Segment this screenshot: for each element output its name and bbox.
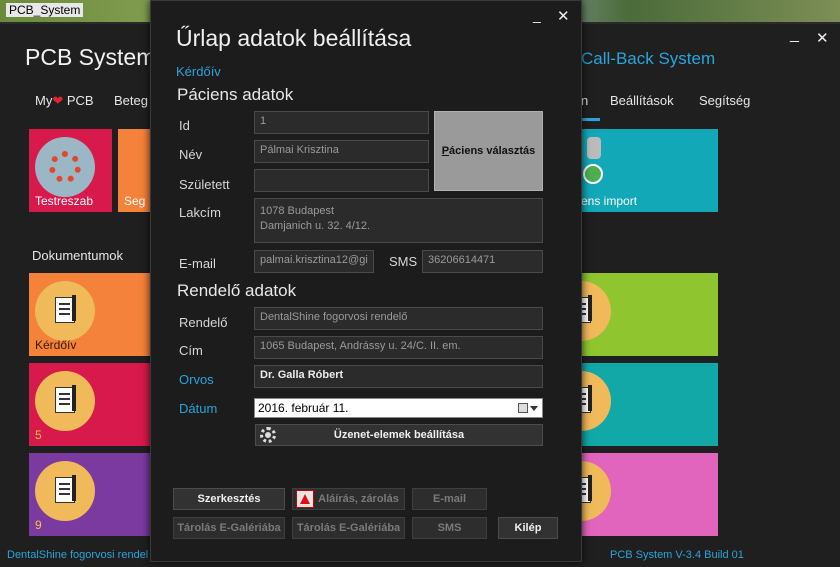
window-title: PCB_System bbox=[6, 3, 84, 17]
tile-label: ens import bbox=[581, 194, 638, 208]
pdf-icon bbox=[296, 490, 314, 508]
tile-segitseg[interactable]: Seg bbox=[118, 129, 152, 212]
nav-active-indicator bbox=[580, 118, 600, 121]
clinic-label: Rendelő bbox=[179, 315, 228, 330]
app-close-button[interactable]: ✕ bbox=[816, 29, 829, 47]
nav-segitseg[interactable]: Segítség bbox=[699, 93, 750, 108]
birth-label: Született bbox=[179, 177, 230, 192]
form-settings-dialog: _ ✕ Űrlap adatok beállítása Kérdőív Páci… bbox=[150, 0, 582, 562]
document-icon bbox=[35, 461, 95, 521]
clinic-field[interactable]: DentalShine fogorvosi rendelő bbox=[254, 307, 543, 330]
nav-my-suffix: PCB bbox=[66, 93, 94, 108]
app-root: PCB_System PCB System Call-Back System _… bbox=[0, 0, 840, 567]
provider-section-title: Rendelő adatok bbox=[177, 281, 297, 300]
sign-lock-label: Aláírás, zárolás bbox=[318, 493, 399, 505]
sms-field[interactable]: 36206614471 bbox=[422, 250, 543, 273]
tile-label: Seg bbox=[124, 194, 146, 208]
message-settings-button[interactable]: Üzenet-elemek beállítása bbox=[255, 424, 543, 446]
database-icon bbox=[587, 137, 601, 159]
tile-label: 9 bbox=[35, 518, 42, 532]
clinic-address-label: Cím bbox=[179, 343, 203, 358]
store-gallery-button-2[interactable]: Tárolás E-Galériába bbox=[292, 517, 405, 539]
footer-clinic: DentalShine fogorvosi rendel bbox=[7, 549, 149, 561]
dialog-close-button[interactable]: ✕ bbox=[557, 7, 570, 25]
tile-doc-5[interactable]: 5 bbox=[29, 363, 152, 446]
app-subtitle: Call-Back System bbox=[581, 49, 716, 68]
tile-label: Testreszab bbox=[35, 194, 94, 208]
nav-betegek[interactable]: Beteg bbox=[114, 93, 148, 108]
calendar-icon bbox=[518, 403, 528, 413]
document-icon bbox=[35, 371, 95, 431]
store-gallery-button-1[interactable]: Tárolás E-Galériába bbox=[173, 517, 285, 539]
address-field[interactable]: 1078 Budapest Damjanich u. 32. 4/12. bbox=[254, 198, 543, 243]
tile-doc-right-3[interactable] bbox=[551, 453, 718, 536]
nav-my-pcb[interactable]: My❤ PCB bbox=[35, 93, 94, 109]
select-patient-hotkey: P bbox=[441, 145, 450, 157]
exit-button[interactable]: Kilép bbox=[498, 517, 558, 539]
doctor-label: Orvos bbox=[179, 372, 214, 387]
document-icon bbox=[35, 281, 95, 341]
sign-lock-button[interactable]: Aláírás, zárolás bbox=[292, 488, 405, 510]
doctor-field[interactable]: Dr. Galla Róbert bbox=[254, 365, 543, 388]
email-label: E-mail bbox=[179, 256, 216, 271]
message-settings-label: Üzenet-elemek beállítása bbox=[333, 429, 465, 441]
footer-version: PCB System V-3.4 Build 01 bbox=[610, 549, 744, 561]
chevron-down-icon bbox=[530, 406, 538, 411]
tile-label: 5 bbox=[35, 428, 42, 442]
id-label: Id bbox=[179, 118, 190, 133]
dialog-title: Űrlap adatok beállítása bbox=[176, 25, 412, 51]
email-field[interactable]: palmai.krisztina12@gi bbox=[254, 250, 374, 273]
tile-doc-right-2[interactable] bbox=[551, 363, 718, 446]
nav-import[interactable]: n bbox=[581, 93, 588, 108]
edit-button[interactable]: Szerkesztés bbox=[173, 488, 285, 510]
gear-tile-icon bbox=[35, 137, 95, 197]
birth-field[interactable] bbox=[254, 169, 429, 192]
import-icon bbox=[583, 164, 603, 184]
gear-icon bbox=[260, 427, 276, 443]
sms-button[interactable]: SMS bbox=[412, 517, 487, 539]
app-minimize-button[interactable]: _ bbox=[790, 26, 799, 44]
tile-import[interactable]: ens import bbox=[581, 129, 718, 212]
tile-label: Kérdőív bbox=[35, 338, 77, 352]
nav-beallitasok[interactable]: Beállítások bbox=[610, 93, 674, 108]
address-label: Lakcím bbox=[179, 205, 221, 220]
tile-doc-kerdoiv[interactable]: Kérdőív bbox=[29, 273, 152, 356]
id-field[interactable]: 1 bbox=[254, 111, 429, 134]
tile-testreszab[interactable]: Testreszab bbox=[29, 129, 112, 212]
select-patient-label: áciens választás bbox=[449, 145, 536, 157]
app-title: PCB System bbox=[25, 44, 156, 70]
heart-icon: ❤ bbox=[52, 93, 64, 108]
select-patient-button[interactable]: Páciens választás bbox=[434, 111, 543, 191]
name-label: Név bbox=[179, 147, 203, 162]
tile-doc-right-1[interactable] bbox=[551, 273, 718, 356]
date-value: 2016. február 11. bbox=[258, 401, 349, 415]
dialog-minimize-button[interactable]: _ bbox=[533, 7, 541, 23]
nav-my-prefix: My bbox=[35, 93, 53, 108]
email-button[interactable]: E-mail bbox=[412, 488, 487, 510]
form-type-link[interactable]: Kérdőív bbox=[176, 64, 221, 79]
date-picker[interactable]: 2016. február 11. bbox=[254, 398, 543, 418]
section-dokumentumok: Dokumentumok bbox=[32, 248, 124, 263]
date-label: Dátum bbox=[179, 401, 218, 416]
sms-label: SMS bbox=[389, 254, 418, 269]
tile-doc-9[interactable]: 9 bbox=[29, 453, 152, 536]
clinic-address-field[interactable]: 1065 Budapest, Andrássy u. 24/C. II. em. bbox=[254, 336, 543, 359]
patient-section-title: Páciens adatok bbox=[177, 85, 294, 104]
name-field[interactable]: Pálmai Krisztina bbox=[254, 140, 429, 163]
